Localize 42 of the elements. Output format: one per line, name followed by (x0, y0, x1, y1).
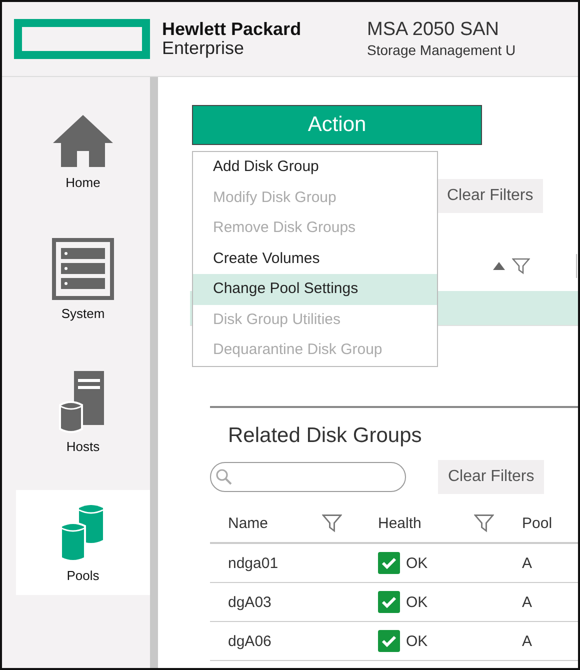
logo-rectangle-icon (14, 19, 150, 59)
table-cell: A (512, 582, 578, 622)
filter-icon[interactable] (322, 513, 342, 533)
table-cell: ndga01 (210, 543, 360, 582)
status-text: OK (406, 594, 428, 610)
sidebar-item[interactable]: Hosts (16, 357, 150, 466)
sidebar-label: Home (66, 175, 100, 190)
check-icon (378, 630, 400, 652)
filter-icon[interactable] (512, 257, 530, 275)
column-header[interactable]: Pool (512, 504, 578, 543)
table-cell: dgA06 (210, 622, 360, 660)
table-cell: A (512, 543, 578, 582)
home-icon (51, 113, 115, 169)
sidebar-item[interactable]: Home (16, 101, 150, 202)
sidebar-item[interactable]: Pools (16, 490, 150, 595)
brand-name: Enterprise (162, 39, 246, 58)
table-cell: A (512, 622, 578, 660)
table-cell: dgA03 (210, 582, 360, 622)
filter-icon[interactable] (474, 513, 494, 533)
search-field[interactable] (210, 462, 406, 492)
sidebar-label: Hosts (66, 439, 100, 454)
check-icon (378, 591, 400, 613)
sidebar-label: System (61, 306, 105, 321)
search-icon (215, 468, 233, 486)
brand-name: Hewlett Packard (162, 20, 302, 39)
column-header[interactable]: Health (360, 504, 512, 543)
clear-filters-button[interactable]: Clear Filters (438, 460, 544, 494)
clear-filters-button[interactable]: Clear Filters (437, 179, 544, 213)
status-text: OK (406, 632, 428, 650)
menu-item[interactable]: Add Disk Group (193, 152, 437, 182)
section-title: Related Disk Groups (228, 424, 423, 448)
sort-ascending-icon[interactable] (492, 261, 506, 271)
check-icon (378, 552, 400, 574)
server-rack-icon (52, 238, 114, 300)
sidebar-label: Pools (66, 568, 100, 583)
column-header[interactable]: Name (210, 504, 360, 543)
status-text: OK (406, 554, 428, 572)
product-name: MSA 2050 SAN (367, 19, 500, 42)
menu-item[interactable]: Create Volumes (193, 244, 437, 274)
sidebar-item[interactable]: System (16, 226, 150, 333)
product-subtitle: Storage Management U (367, 42, 516, 59)
menu-item[interactable]: Change Pool Settings (193, 274, 437, 304)
